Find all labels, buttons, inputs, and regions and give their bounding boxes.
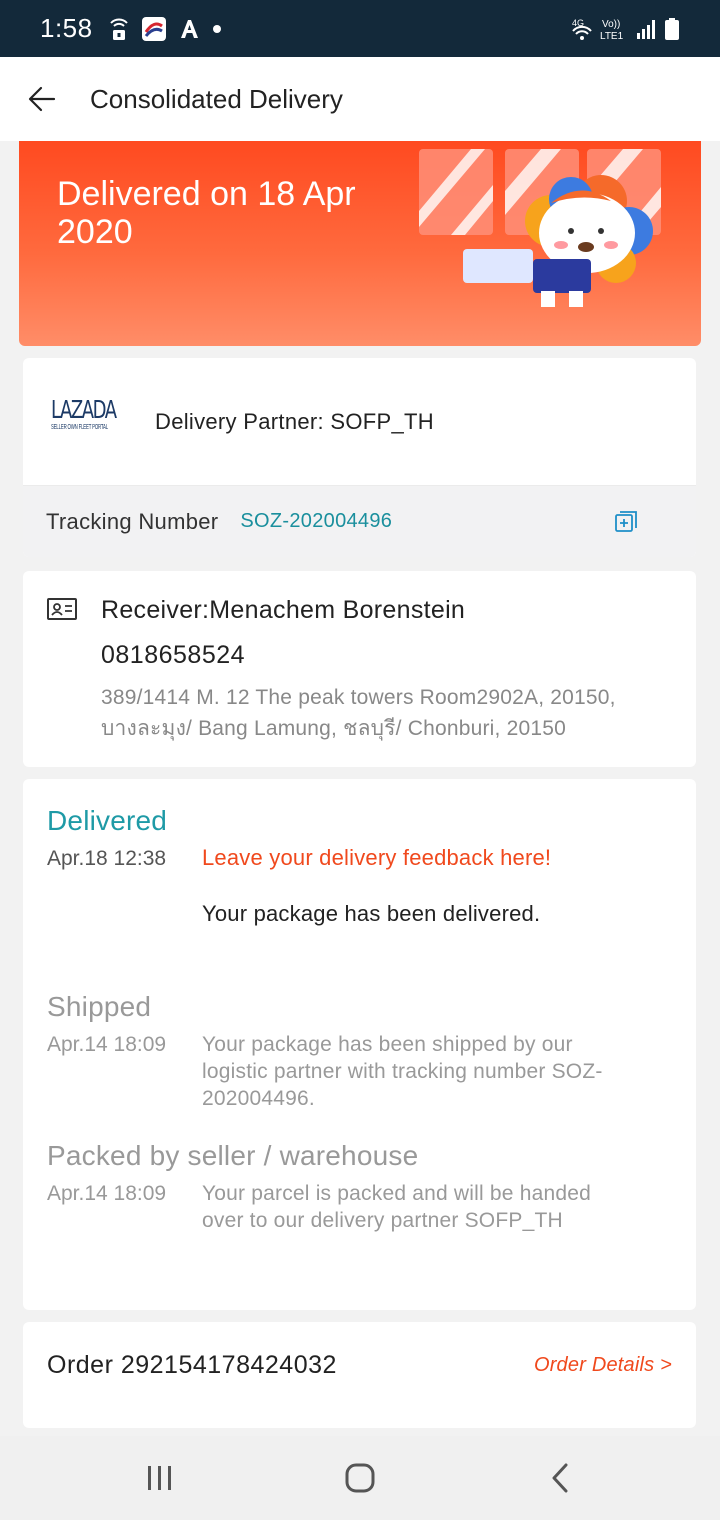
delivery-feedback-link[interactable]: Leave your delivery feedback here! [202, 845, 642, 871]
delivery-status-banner: Delivered on 18 Apr 2020 [19, 141, 701, 346]
timeline-item: Packed by seller / warehouse Apr.14 18:0… [47, 1138, 672, 1234]
volte-icon: Vo)) LTE1 [600, 19, 624, 41]
timeline-status: Delivered [47, 805, 168, 836]
timeline-message: Your package has been shipped by our log… [202, 1033, 603, 1110]
tracking-row: Tracking Number SOZ-202004496 [23, 485, 696, 557]
back-button[interactable] [0, 57, 84, 141]
app-notification-icon [141, 16, 166, 41]
back-arrow-icon [28, 86, 56, 112]
battery-icon [665, 17, 679, 40]
timeline-status: Shipped [47, 991, 152, 1022]
chevron-left-icon [552, 1463, 568, 1493]
status-bar: 1:58 4G Vo)) LTE1 [0, 0, 720, 57]
tracking-timeline: Delivered Apr.18 12:38 Leave your delive… [23, 779, 696, 1310]
font-app-icon [180, 19, 198, 38]
lazada-logo: LAZADA SELLER OWN FLEET PORTAL [51, 394, 117, 431]
banner-delivered-date: Delivered on 18 Apr 2020 [57, 175, 356, 251]
home-icon [345, 1463, 375, 1493]
system-back-button[interactable] [520, 1448, 600, 1508]
signal-icon [637, 19, 655, 39]
copy-tracking-icon[interactable] [614, 510, 638, 534]
svg-text:Vo)): Vo)) [602, 19, 620, 30]
receiver-address: 389/1414 M. 12 The peak towers Room2902A… [101, 686, 616, 740]
recent-apps-icon [148, 1466, 171, 1490]
order-card: Order 292154178424032 Order Details > [23, 1322, 696, 1428]
svg-text:LTE1: LTE1 [600, 31, 624, 41]
delivery-partner-label: Delivery Partner: SOFP_TH [155, 408, 434, 434]
timeline-item: Delivered Apr.18 12:38 Leave your delive… [47, 803, 672, 927]
timeline-message: Your package has been delivered. [202, 901, 541, 926]
timeline-time: Apr.14 18:09 [47, 1182, 167, 1205]
tracking-number-label: Tracking Number [46, 508, 219, 534]
receiver-phone: 0818658524 [101, 641, 246, 669]
receiver-name: Receiver:Menachem Borenstein [101, 596, 466, 624]
contact-card-icon [47, 598, 77, 620]
order-details-link[interactable]: Order Details > [534, 1354, 672, 1377]
home-button[interactable] [320, 1448, 400, 1508]
system-navigation-bar [0, 1436, 720, 1520]
timeline-time: Apr.18 12:38 [47, 847, 167, 870]
mascot-illustration [419, 149, 661, 307]
receiver-card: Receiver:Menachem Borenstein 0818658524 … [23, 571, 696, 767]
recent-apps-button[interactable] [120, 1448, 200, 1508]
more-notifications-dot [212, 24, 221, 33]
tracking-number-value: SOZ-202004496 [240, 510, 393, 532]
timeline-status: Packed by seller / warehouse [47, 1140, 419, 1171]
lock-wifi-icon [109, 18, 128, 40]
page-title: Consolidated Delivery [90, 83, 343, 114]
timeline-time: Apr.14 18:09 [47, 1033, 167, 1056]
timeline-item: Shipped Apr.14 18:09 Your package has be… [47, 989, 672, 1112]
wifi-4g-icon: 4G [572, 18, 592, 40]
status-time: 1:58 [40, 13, 93, 43]
delivery-partner-card: LAZADA SELLER OWN FLEET PORTAL Delivery … [23, 358, 696, 557]
app-header: Consolidated Delivery [0, 57, 720, 141]
order-number: Order 292154178424032 [47, 1350, 337, 1379]
timeline-message: Your parcel is packed and will be handed… [202, 1182, 591, 1232]
